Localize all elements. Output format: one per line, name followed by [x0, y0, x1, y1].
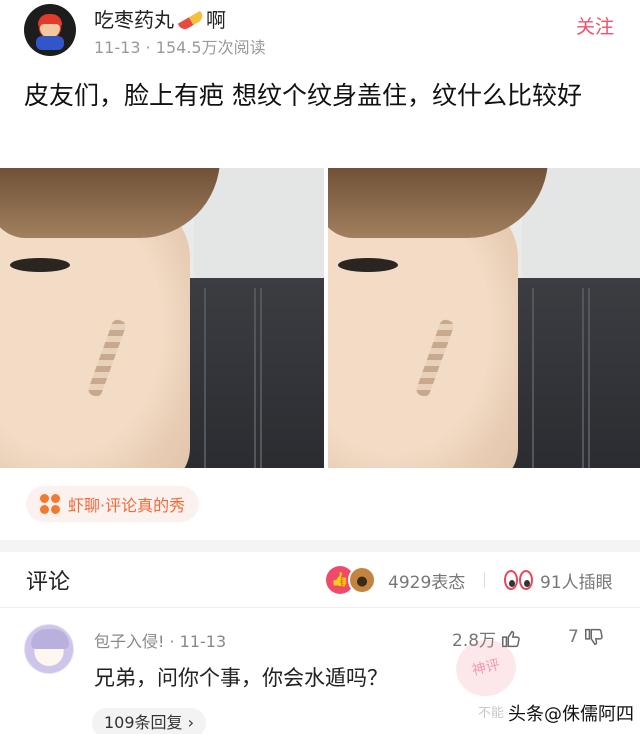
post-title: 皮友们，脸上有疤 想纹个纹身盖住，纹什么比较好	[24, 81, 582, 110]
comments-bar: 评论 👍 ● 4929表态 91人插眼	[0, 552, 640, 608]
avatar-body	[36, 36, 64, 50]
image-face	[0, 198, 190, 468]
comment-item: 包子入侵! · 11-13 2.8万 7 神评 兄弟，问你个事，你会水遁吗？ 1…	[0, 612, 640, 734]
author-name[interactable]: 吃枣药丸 啊	[94, 4, 226, 33]
post-image-2[interactable]	[328, 168, 640, 468]
watermark-text: 头条@侏儒阿四	[508, 700, 634, 726]
author-name-suffix: 啊	[206, 8, 226, 32]
reaction-icons[interactable]: 👍 ●	[326, 566, 378, 594]
pill-icon	[175, 6, 205, 32]
post-meta: 11-13 · 154.5万次阅读	[94, 34, 266, 58]
commenter-name-date[interactable]: 包子入侵! · 11-13	[94, 628, 226, 652]
post-images	[0, 168, 640, 468]
follow-button[interactable]: 关注	[576, 12, 614, 39]
comment-dislike-button[interactable]: 7	[568, 626, 605, 648]
eyes-icon[interactable]	[504, 570, 534, 590]
image-hair	[0, 168, 220, 238]
thumbs-down-outline-icon	[584, 628, 603, 646]
clover-icon	[40, 494, 60, 514]
bar-separator	[484, 572, 485, 588]
author-avatar[interactable]	[24, 4, 76, 56]
comment-text: 兄弟，问你个事，你会水遁吗？	[94, 666, 388, 690]
image-hair	[328, 168, 548, 238]
image-eye	[338, 258, 398, 272]
read-count: 154.5万次阅读	[155, 38, 266, 57]
source-chip-label: 虾聊·评论真的秀	[68, 496, 186, 515]
post-date: 11-13	[94, 38, 141, 57]
avatar-hair	[31, 629, 69, 649]
comment-dislike-count: 7	[568, 627, 579, 647]
peek-count[interactable]: 91人插眼	[540, 568, 613, 593]
source-chip[interactable]: 虾聊·评论真的秀	[26, 486, 200, 522]
comments-heading: 评论	[26, 570, 71, 595]
section-divider	[0, 540, 640, 552]
post-header: 吃枣药丸 啊 11-13 · 154.5万次阅读 关注	[0, 0, 640, 64]
watermark-faint: 不能	[478, 706, 505, 721]
replies-button[interactable]: 109条回复 ›	[92, 708, 207, 734]
author-name-text: 吃枣药丸	[94, 8, 174, 32]
meta-separator: ·	[145, 38, 151, 57]
reaction-count[interactable]: 4929表态	[388, 568, 465, 593]
image-face	[328, 198, 518, 468]
image-eye	[10, 258, 70, 272]
poop-icon: ●	[348, 566, 376, 594]
commenter-avatar[interactable]	[24, 624, 74, 674]
post-image-1[interactable]	[0, 168, 324, 468]
